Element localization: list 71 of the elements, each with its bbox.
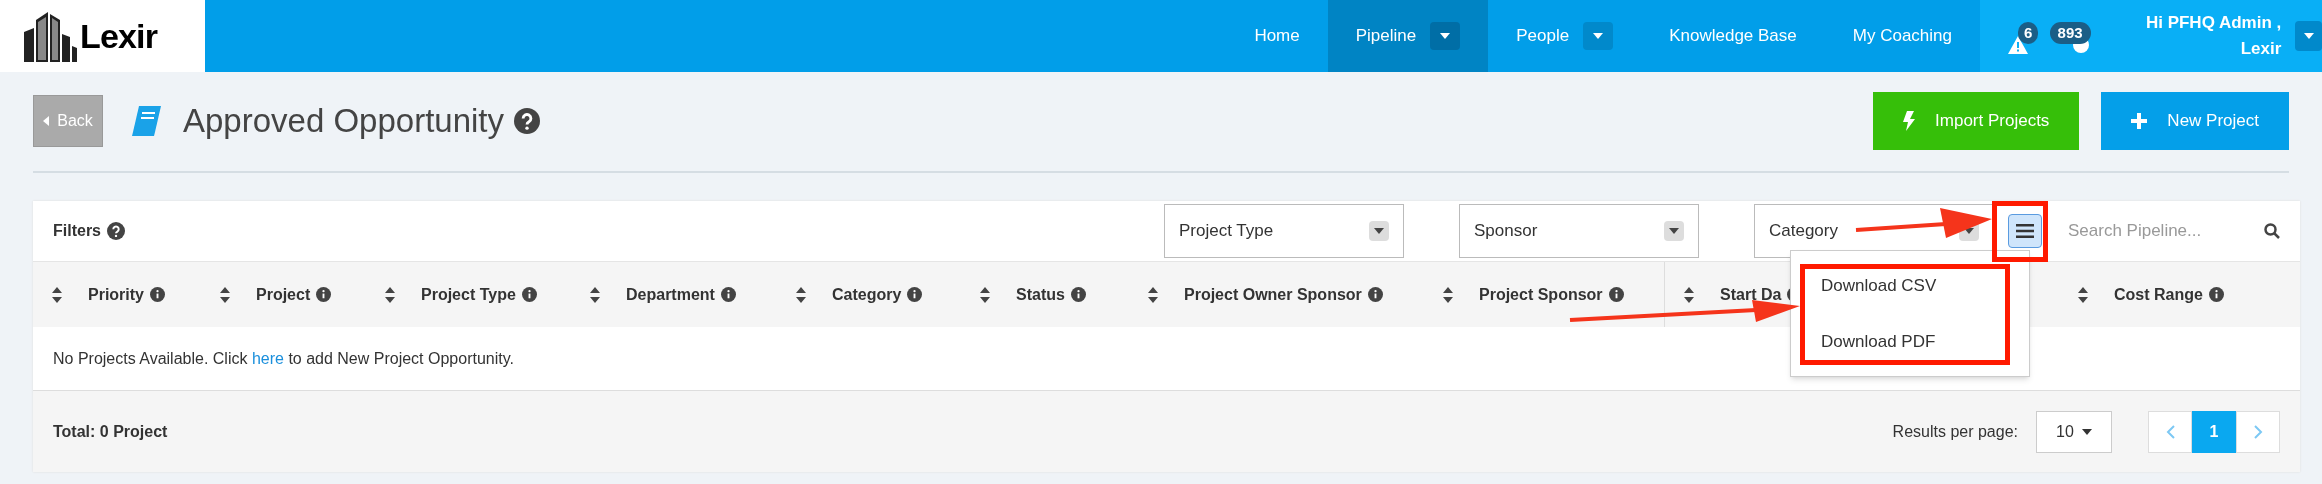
warning-icon[interactable] — [2008, 36, 2028, 54]
info-icon — [2208, 287, 2224, 302]
column-header[interactable]: Project Type — [421, 282, 516, 307]
column-header[interactable]: Project Sponsor — [1479, 282, 1603, 307]
chevron-left-icon — [2165, 424, 2175, 439]
highlight-frame — [1992, 201, 2048, 262]
menu-icon — [2016, 224, 2034, 238]
sort-icon[interactable] — [220, 286, 230, 303]
caret-icon — [2081, 428, 2092, 435]
column-header[interactable]: Priority — [88, 282, 144, 307]
sort-icon[interactable] — [980, 286, 990, 303]
menu-item[interactable]: Download PDF — [1821, 328, 2029, 354]
sort-icon[interactable] — [590, 286, 600, 303]
user-menu-toggle[interactable] — [2295, 21, 2322, 51]
book-icon — [131, 105, 163, 136]
page-title: Approved Opportunity — [183, 100, 505, 141]
info-icon — [150, 287, 165, 302]
empty-message: No Projects Available. Click here to add New Project Opportunity. — [53, 348, 514, 369]
info-icon — [907, 287, 923, 302]
info-icon — [316, 287, 332, 302]
help-icon[interactable] — [107, 222, 125, 240]
info-icon — [521, 287, 537, 302]
chevron-right-icon — [2253, 424, 2263, 439]
lightning-icon — [1903, 110, 1916, 131]
column-header[interactable]: Department — [626, 282, 715, 307]
column-header[interactable]: Project — [256, 282, 311, 307]
nav-item[interactable]: Pipeline — [1327, 0, 1489, 72]
search-icon — [2264, 223, 2280, 239]
column-header[interactable]: Status — [1016, 282, 1065, 307]
column-header[interactable]: Start Da — [1720, 282, 1782, 307]
results-per-page-label: Results per page: — [1892, 421, 2018, 442]
user-greeting: Hi PFHQ Admin , — [2145, 12, 2282, 34]
sort-icon[interactable] — [1443, 286, 1453, 303]
info-icon — [1070, 287, 1086, 302]
logo-text: Lexir — [80, 15, 157, 57]
logo[interactable]: Lexir — [0, 0, 205, 72]
help-icon[interactable] — [514, 107, 541, 134]
column-header[interactable]: Category — [832, 282, 902, 307]
filter-select[interactable]: Project Type — [1164, 204, 1404, 258]
user-company: Lexir — [2240, 38, 2282, 60]
sort-icon[interactable] — [1684, 286, 1694, 303]
column-header[interactable]: Cost Range — [2114, 282, 2203, 307]
add-link[interactable]: here — [251, 349, 284, 367]
caret-icon — [43, 115, 50, 126]
dropdown-toggle[interactable] — [1583, 22, 1614, 50]
filters-label: Filters — [53, 221, 101, 241]
caret-icon — [1593, 33, 1604, 39]
caret-icon — [2303, 33, 2314, 39]
menu-item[interactable]: Download CSV — [1821, 273, 2029, 299]
dropdown-toggle[interactable] — [1430, 22, 1461, 50]
sort-icon[interactable] — [1148, 286, 1158, 303]
info-icon — [1608, 287, 1624, 302]
column-header[interactable]: Project Owner Sponsor — [1184, 282, 1362, 307]
caret-icon — [1440, 33, 1451, 39]
building-icon — [22, 10, 78, 62]
menu-button[interactable] — [2008, 214, 2042, 248]
plus-icon — [2131, 112, 2148, 129]
caret-icon — [1374, 228, 1384, 234]
total-count: Total: 0 Project — [53, 421, 168, 442]
search-field[interactable]: Search Pipeline... — [2068, 218, 2264, 244]
info-icon — [720, 287, 736, 302]
info-icon — [1367, 287, 1383, 302]
caret-icon — [1669, 228, 1679, 234]
alert-count-badge: 6 — [2018, 22, 2039, 44]
filter-select[interactable]: Sponsor — [1459, 204, 1699, 258]
sort-icon[interactable] — [796, 286, 806, 303]
sort-icon[interactable] — [2078, 286, 2088, 303]
message-count-badge: 893 — [2049, 22, 2091, 44]
sort-icon[interactable] — [385, 286, 395, 303]
sort-icon[interactable] — [52, 286, 62, 303]
per-page-select[interactable]: 10 — [2036, 410, 2112, 453]
